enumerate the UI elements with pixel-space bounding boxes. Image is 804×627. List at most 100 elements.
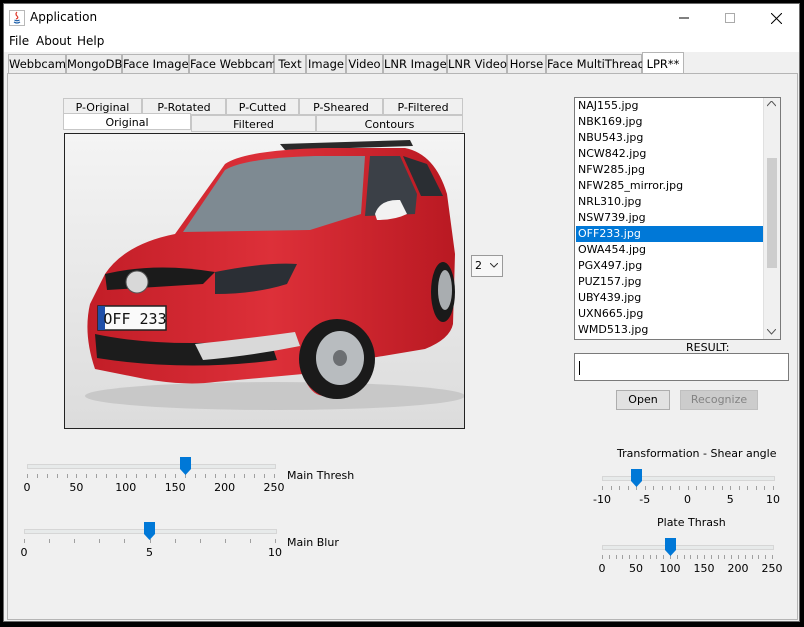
slider-tick-label: 0 [20, 546, 28, 559]
file-list-item[interactable]: UBY439.jpg [576, 290, 776, 306]
maximize-button[interactable] [707, 4, 753, 32]
tab-lpr[interactable]: LPR** [642, 52, 684, 74]
slider-tick [125, 474, 127, 478]
slider-thumb[interactable] [664, 538, 676, 556]
file-list-item[interactable]: WMD513.jpg [576, 322, 776, 338]
file-list-item[interactable]: NSW739.jpg [576, 210, 776, 226]
main-thresh-slider[interactable]: 0 50 100 150 200 250 [23, 457, 285, 498]
slider-tick [194, 474, 196, 478]
file-list-item[interactable]: NFW285.jpg [576, 162, 776, 178]
slider-tick-label: 100 [659, 562, 681, 575]
menu-about[interactable]: About [36, 34, 71, 48]
slider-tick-label: 0 [23, 481, 31, 494]
slider-tick [656, 555, 658, 559]
slider-tick-label: 200 [214, 481, 236, 494]
slider-tick [730, 486, 732, 490]
file-list-item[interactable]: NCW842.jpg [576, 146, 776, 162]
slider-tick [106, 474, 108, 478]
slider-tick [608, 555, 610, 559]
slider-track [602, 545, 774, 550]
subtab-p-filtered[interactable]: P-Filtered [383, 98, 463, 115]
slider-tick [249, 539, 251, 543]
tab-lnr-image[interactable]: LNR Image [383, 54, 447, 73]
slider-tick [713, 486, 715, 490]
slider-tick-label: 5 [146, 546, 153, 559]
slider-tick [619, 486, 621, 490]
slider-tick [145, 474, 147, 478]
file-list-item[interactable]: PUZ157.jpg [576, 274, 776, 290]
title-bar: Application [4, 4, 799, 32]
file-list-item[interactable]: NBU543.jpg [576, 130, 776, 146]
slider-tick [765, 555, 767, 559]
slider-tick [199, 539, 201, 543]
tab-face-webbcam[interactable]: Face Webbcam [189, 54, 277, 73]
slider-tick [274, 474, 275, 478]
tab-lnr-video[interactable]: LNR Video [447, 54, 507, 73]
slider-tick [99, 539, 101, 543]
slider-tick [738, 555, 739, 559]
open-button[interactable]: Open [616, 390, 670, 410]
slider-thumb[interactable] [630, 469, 642, 487]
tab-horse[interactable]: Horse [507, 54, 546, 73]
subtab-filtered[interactable]: Filtered [191, 115, 316, 132]
file-list-item[interactable]: NFW285_mirror.jpg [576, 178, 776, 194]
slider-thumb[interactable] [179, 457, 191, 475]
close-button[interactable] [753, 4, 799, 32]
slider-tick [670, 486, 672, 490]
image-count-combo[interactable]: 2 [471, 255, 503, 277]
slider-tick [622, 555, 624, 559]
file-list-item[interactable]: NBK169.jpg [576, 114, 776, 130]
slider-tick [678, 486, 680, 490]
slider-tick [602, 486, 603, 490]
minimize-button[interactable] [661, 4, 707, 32]
file-list[interactable]: NAJ155.jpg NBK169.jpg NBU543.jpg NCW842.jpg… [574, 97, 781, 340]
tab-face-multithreads[interactable]: Face MultiThreads [546, 54, 651, 73]
file-list-scrollbar[interactable] [763, 98, 780, 339]
menu-help[interactable]: Help [77, 34, 104, 48]
slider-tick-label: 200 [727, 562, 749, 575]
subtab-original[interactable]: Original [63, 113, 191, 130]
file-list-item[interactable]: PGX497.jpg [576, 258, 776, 274]
slider-tick [661, 486, 663, 490]
scroll-thumb[interactable] [767, 158, 777, 268]
file-list-item[interactable]: OFF233.jpg [576, 226, 776, 242]
slider-tick [758, 555, 760, 559]
tab-video[interactable]: Video [346, 54, 383, 73]
recognize-button[interactable]: Recognize [680, 390, 758, 410]
result-field[interactable] [574, 353, 789, 381]
slider-tick [744, 555, 746, 559]
tab-mongodb[interactable]: MongoDB [66, 54, 122, 73]
tab-text[interactable]: Text [274, 54, 306, 73]
slider-tick [696, 486, 698, 490]
slider-track [27, 464, 276, 469]
file-list-item[interactable]: OWA454.jpg [576, 242, 776, 258]
tab-face-image[interactable]: Face Image [122, 54, 189, 73]
subtab-p-sheared[interactable]: P-Sheared [299, 98, 383, 115]
tab-image[interactable]: Image [306, 54, 346, 73]
file-list-item[interactable]: UXN665.jpg [576, 306, 776, 322]
slider-tick-label: 10 [766, 493, 780, 506]
slider-tick [76, 474, 78, 478]
tab-webbcam[interactable]: Webbcam [8, 54, 66, 73]
slider-thumb[interactable] [144, 522, 155, 540]
scroll-down-icon[interactable] [767, 329, 776, 335]
scroll-up-icon[interactable] [767, 101, 776, 107]
slider-tick [704, 486, 706, 490]
slider-tick [275, 539, 276, 543]
slider-tick-label: 250 [761, 562, 783, 575]
shear-angle-slider[interactable]: -10 -5 0 5 10 [593, 469, 780, 510]
slider-tick [86, 474, 88, 478]
menu-file[interactable]: File [9, 34, 29, 48]
car-photo: OFF 233 [65, 134, 464, 428]
subtab-p-cutted[interactable]: P-Cutted [226, 98, 299, 115]
file-list-item[interactable]: NAJ155.jpg [576, 98, 776, 114]
main-blur-slider[interactable]: 0 5 10 [20, 522, 282, 563]
slider-tick [710, 555, 712, 559]
slider-tick [165, 474, 167, 478]
chevron-down-icon [490, 263, 498, 268]
file-list-item[interactable]: NRL310.jpg [576, 194, 776, 210]
slider-tick-label: 150 [693, 562, 715, 575]
plate-thresh-slider[interactable]: 0 50 100 150 200 250 [598, 538, 783, 579]
application-window: Application File About Help Webbcam Mong… [3, 3, 800, 622]
subtab-contours[interactable]: Contours [316, 115, 463, 132]
